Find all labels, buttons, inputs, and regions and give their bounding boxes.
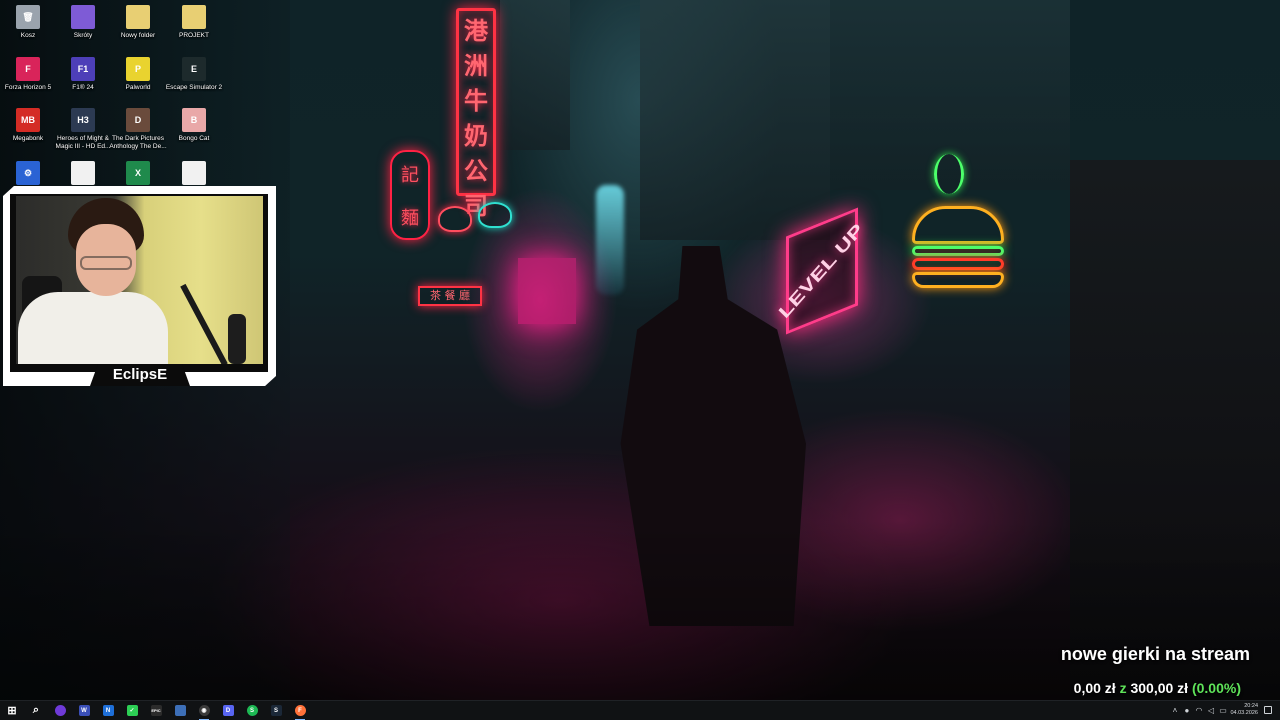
taskbar-app[interactable]: ✓ — [120, 701, 144, 720]
desktop-icon[interactable]: F Forza Horizon 5 — [0, 54, 56, 102]
desktop-icon-label: Kosz — [20, 32, 36, 39]
wallpaper-neon-sign-vertical: 港洲牛奶公司 — [456, 8, 496, 220]
wallpaper-neon-round-sign — [438, 206, 472, 232]
folder-icon — [71, 5, 95, 29]
game-icon: P — [126, 57, 150, 81]
game-icon: E — [182, 57, 206, 81]
desktop-icon[interactable]: P Palworld — [110, 54, 166, 102]
battery-icon[interactable]: ▭ — [1218, 706, 1227, 715]
desktop-icon-label: Nowy folder — [120, 32, 156, 39]
game-icon: MB — [16, 108, 40, 132]
game-icon: B — [182, 108, 206, 132]
stream-goal-percent: (0.00%) — [1191, 680, 1241, 696]
desktop-icon[interactable]: Nowy folder — [110, 2, 166, 50]
wallpaper-neon-steam — [934, 154, 964, 194]
firefox-icon: F — [294, 705, 306, 716]
taskbar-app[interactable] — [48, 701, 72, 720]
search-icon: ⌕ — [32, 704, 40, 716]
wallpaper-neon-round-sign — [478, 202, 512, 228]
wallpaper-hologram — [596, 185, 624, 295]
wallpaper-neon-burger — [912, 200, 1004, 290]
desktop-icon[interactable]: MB Megabonk — [0, 105, 56, 153]
webcam-video — [16, 196, 263, 364]
stream-goal-current: 0,00 zł — [1073, 680, 1116, 696]
notification-icon[interactable] — [1264, 706, 1272, 714]
document-icon — [182, 161, 206, 185]
taskbar: ⊞ ⌕ W N ✓ EPIC ◉ D S S F — [0, 700, 1280, 720]
taskbar-app[interactable]: ◉ — [192, 701, 216, 720]
desktop-icon-label: Bongo Cat — [178, 135, 210, 142]
taskbar-app[interactable]: W — [72, 701, 96, 720]
wallpaper-neon-sign-wide: 茶 餐 廳 — [418, 286, 482, 306]
desktop-icon-label: Escape Simulator 2 — [165, 84, 223, 91]
wallpaper-building — [640, 0, 830, 240]
wallpaper-building — [500, 0, 570, 150]
desktop-icon[interactable]: E Escape Simulator 2 — [166, 54, 222, 102]
taskbar-app[interactable]: EPIC — [144, 701, 168, 720]
wallpaper-neon-sign-small: 記麵 — [390, 150, 430, 240]
desktop-icon[interactable]: D The Dark Pictures Anthology The De... — [109, 105, 167, 153]
start-button[interactable]: ⊞ — [0, 701, 24, 720]
desktop-icon-label: Megabonk — [12, 135, 44, 142]
stream-goal-title: nowe gierki na stream — [1060, 644, 1250, 664]
desktop-icon[interactable]: B Bongo Cat — [166, 105, 222, 153]
game-icon: D — [126, 108, 150, 132]
clock[interactable]: 20:24 04.03.2026 — [1230, 703, 1258, 717]
excel-icon: X — [126, 161, 150, 185]
app-icon: ✓ — [126, 705, 138, 716]
windows-icon: ⊞ — [7, 705, 17, 717]
stream-goal-target: 300,00 zł — [1130, 680, 1189, 696]
recycle-bin-icon: 🗑 — [16, 5, 40, 29]
taskbar-app[interactable]: S — [264, 701, 288, 720]
desktop-icon[interactable]: PROJEKT — [166, 2, 222, 50]
folder-icon — [126, 5, 150, 29]
spotify-icon: S — [246, 705, 258, 716]
desktop-icon-label: F1® 24 — [72, 84, 94, 91]
volume-icon[interactable]: ◁ — [1206, 706, 1215, 715]
app-icon: ⚙ — [16, 161, 40, 185]
stream-goal-progress: 0,00 zł z 300,00 zł (0.00%) — [1074, 680, 1241, 696]
desktop-icon[interactable]: F1 F1® 24 — [55, 54, 111, 102]
taskbar-app[interactable]: S — [240, 701, 264, 720]
desktop-icon-label: Palworld — [125, 84, 151, 91]
discord-icon: D — [222, 705, 234, 716]
search-button[interactable]: ⌕ — [24, 701, 48, 720]
desktop-icon-grid: 🗑 Kosz Skróty Nowy folder PROJEKT F Forza Hori… — [0, 0, 230, 190]
desktop-icon[interactable]: Skróty — [55, 2, 111, 50]
epic-games-icon: EPIC — [150, 705, 162, 716]
taskbar-app[interactable]: F — [288, 701, 312, 720]
system-tray: ˄ ● ◠ ◁ ▭ 20:24 04.03.2026 — [1170, 700, 1280, 720]
taskbar-app[interactable] — [168, 701, 192, 720]
game-icon: F — [16, 57, 40, 81]
desktop-icon[interactable]: 🗑 Kosz — [0, 2, 56, 50]
stream-goal-separator: z — [1119, 680, 1127, 696]
game-icon: H3 — [71, 108, 95, 132]
chevron-up-icon[interactable]: ˄ — [1170, 706, 1179, 715]
webcam-streamer-name: EclipsE — [112, 366, 168, 383]
desktop-icon[interactable]: H3 Heroes of Might & Magic III - HD Ed... — [55, 105, 111, 153]
desktop-icon-label: Heroes of Might & Magic III - HD Ed... — [55, 135, 111, 150]
clock-date: 04.03.2026 — [1230, 710, 1258, 716]
desktop-icon-label: PROJEKT — [179, 32, 209, 39]
clock-time: 20:24 — [1244, 703, 1258, 709]
microphone-icon[interactable]: ● — [1182, 706, 1191, 715]
app-icon — [174, 705, 186, 716]
wifi-icon[interactable]: ◠ — [1194, 706, 1203, 715]
desktop-icon-label: Forza Horizon 5 — [4, 84, 52, 91]
app-icon: N — [102, 705, 114, 716]
wallpaper-haze — [0, 520, 1280, 700]
circle-app-icon — [54, 705, 66, 716]
game-icon: F1 — [71, 57, 95, 81]
obs-icon: ◉ — [198, 705, 210, 716]
wallpaper-neon-pink-box — [518, 258, 576, 324]
desktop-icon-label: Skróty — [73, 32, 93, 39]
document-icon — [71, 161, 95, 185]
taskbar-app[interactable]: N — [96, 701, 120, 720]
folder-icon — [182, 5, 206, 29]
taskbar-app[interactable]: D — [216, 701, 240, 720]
desktop-icon-label: The Dark Pictures Anthology The De... — [109, 135, 167, 150]
steam-icon: S — [270, 705, 282, 716]
app-icon: W — [78, 705, 90, 716]
